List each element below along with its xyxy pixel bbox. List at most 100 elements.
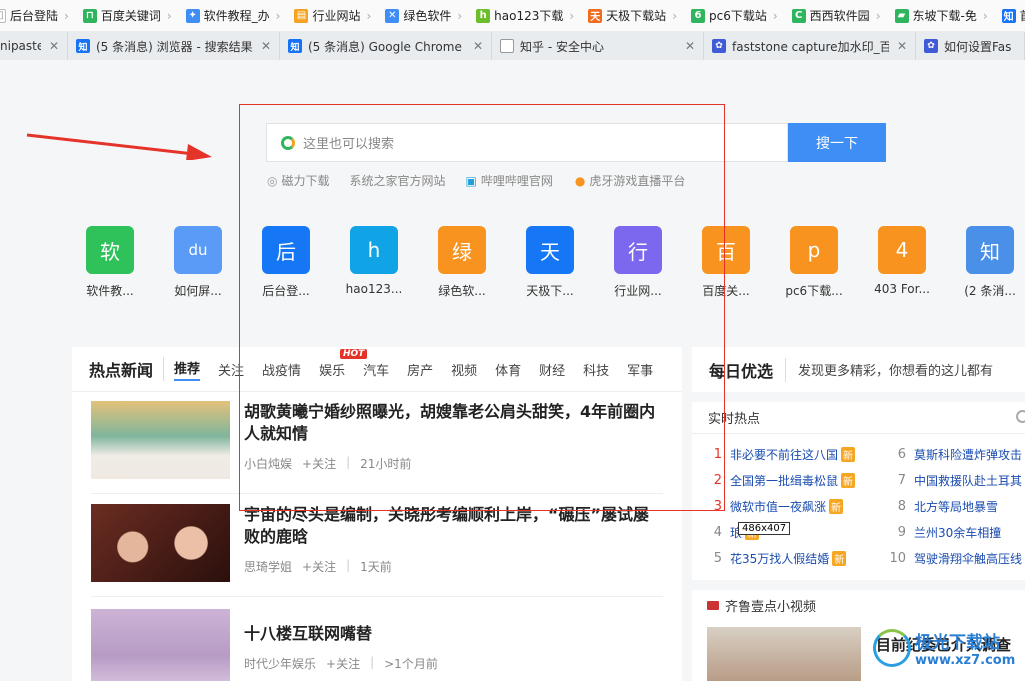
search-button[interactable]: 搜一下 xyxy=(788,123,886,162)
hot-text[interactable]: 兰州30余车相撞 xyxy=(914,524,1001,541)
hot-item[interactable]: 1 非必要不前往这八国新 xyxy=(708,446,856,463)
shortcut-tile-icon[interactable]: 软 xyxy=(86,226,134,274)
article-title[interactable]: 十八楼互联网嘴替 xyxy=(244,623,448,645)
browser-tab[interactable]: 知 (5 条消息) Google Chrome ✕ xyxy=(280,32,492,60)
close-icon[interactable]: ✕ xyxy=(49,39,59,53)
hotlink-xitongzhijia[interactable]: 系统之家官方网站 xyxy=(350,172,446,189)
browser-tab[interactable]: 知 (5 条消息) 浏览器 - 搜索结果 ✕ xyxy=(68,32,280,60)
shortcut-item[interactable]: p pc6下载... xyxy=(770,226,858,299)
news-tab[interactable]: 科技 xyxy=(583,360,609,379)
article-title[interactable]: 胡歌黄曦宁婚纱照曝光，胡嫂靠老公肩头甜笑，4年前圈内人就知情 xyxy=(244,401,663,445)
bookmark-item[interactable]: 知首页 - 知乎 xyxy=(996,0,1025,31)
bookmark-item[interactable]: ✕ 绿色软件 › xyxy=(379,0,470,31)
shortcut-item[interactable]: 行行业网... xyxy=(594,226,682,299)
video-thumbnail[interactable] xyxy=(707,627,861,681)
search-icon[interactable] xyxy=(1016,410,1025,423)
shortcut-tile-icon[interactable]: 4 xyxy=(878,226,926,274)
shortcut-label[interactable]: 绿色软... xyxy=(438,282,485,299)
shortcut-tile-icon[interactable]: 百 xyxy=(702,226,750,274)
hot-item[interactable]: 9 兰州30余车相撞 xyxy=(888,524,1002,541)
bookmark-item[interactable]: ▰ 东坡下载-免 › xyxy=(889,0,996,31)
shortcut-label[interactable]: pc6下载... xyxy=(785,282,842,299)
shortcut-tile-icon[interactable]: du xyxy=(174,226,222,274)
shortcut-tile-icon[interactable]: 行 xyxy=(614,226,662,274)
hot-item[interactable]: 3 微软市值一夜飙涨新 xyxy=(708,498,844,515)
hot-item[interactable]: 6 莫斯科险遭炸弹攻击 xyxy=(888,446,1022,463)
news-tab[interactable]: 房产 xyxy=(407,360,433,379)
bookmark-item[interactable]: □ 后台登陆 › xyxy=(0,0,77,31)
bookmark-item[interactable]: h hao123下载 › xyxy=(470,0,582,31)
shortcut-tile-icon[interactable]: h xyxy=(350,226,398,274)
article-thumbnail[interactable] xyxy=(91,504,230,582)
hot-item[interactable]: 7 中国救援队赴土耳其 xyxy=(888,472,1022,489)
hot-item[interactable]: 10 驾驶滑翔伞触高压线 xyxy=(888,550,1022,567)
news-tab[interactable]: 战疫情 xyxy=(262,360,301,379)
article-source[interactable]: 小白炖娱 xyxy=(244,455,292,472)
browser-tab[interactable]: 知乎 - 安全中心 ✕ xyxy=(492,32,704,60)
hot-text[interactable]: 全国第一批缉毒松鼠 xyxy=(730,472,838,489)
search-input[interactable]: 这里也可以搜索 xyxy=(266,123,788,162)
hot-text[interactable]: 莫斯科险遭炸弹攻击 xyxy=(914,446,1022,463)
shortcut-item[interactable]: 天天极下... xyxy=(506,226,594,299)
bookmark-item[interactable]: ▤ 行业网站 › xyxy=(288,0,379,31)
follow-button[interactable]: +关注 xyxy=(302,558,336,575)
browser-tab[interactable]: ✿ 如何设置Fas xyxy=(916,32,1025,60)
article-thumbnail[interactable] xyxy=(91,401,230,479)
close-icon[interactable]: ✕ xyxy=(897,39,907,53)
shortcut-item[interactable]: 软软件教... xyxy=(66,226,154,299)
hot-item[interactable]: 5 花35万找人假结婚新 xyxy=(708,550,847,567)
news-tab[interactable]: 汽车 xyxy=(363,360,389,379)
shortcut-label[interactable]: 软件教... xyxy=(86,282,133,299)
hotlink-bilibili[interactable]: ▣ 哔哩哔哩官网 xyxy=(466,172,553,189)
shortcut-item[interactable]: du 如何屏... xyxy=(154,226,242,299)
close-icon[interactable]: ✕ xyxy=(685,39,695,53)
article-source[interactable]: 时代少年娱乐 xyxy=(244,655,316,672)
shortcut-item[interactable]: 百百度关... xyxy=(682,226,770,299)
news-tab[interactable]: 军事 xyxy=(627,360,653,379)
bookmark-item[interactable]: 天天极下载站 › xyxy=(582,0,685,31)
browser-tab[interactable]: nipaste ✕ xyxy=(0,32,68,60)
shortcut-label[interactable]: 行业网... xyxy=(614,282,661,299)
shortcut-label[interactable]: 403 For... xyxy=(874,282,930,296)
hot-text[interactable]: 非必要不前往这八国 xyxy=(730,446,838,463)
shortcut-item[interactable]: h hao123... xyxy=(330,226,418,299)
shortcut-item[interactable]: 绿绿色软... xyxy=(418,226,506,299)
bookmark-item[interactable]: C 西西软件园 › xyxy=(786,0,889,31)
shortcut-label[interactable]: (2 条消... xyxy=(964,282,1016,299)
news-article[interactable]: 十八楼互联网嘴替 时代少年娱乐 +关注 | >1个月前 xyxy=(91,609,663,681)
news-article[interactable]: 宇宙的尽头是编制，关晓彤考编顺利上岸，“碾压”屡试屡败的鹿晗 思琦学姐 +关注 … xyxy=(91,504,663,582)
article-title[interactable]: 宇宙的尽头是编制，关晓彤考编顺利上岸，“碾压”屡试屡败的鹿晗 xyxy=(244,504,663,548)
bookmark-item[interactable]: 6 pc6下载站 › xyxy=(685,0,786,31)
shortcut-item[interactable]: 知 (2 条消... xyxy=(946,226,1025,299)
hot-text[interactable]: 微软市值一夜飙涨 xyxy=(730,498,826,515)
hot-item[interactable]: 2 全国第一批缉毒松鼠新 xyxy=(708,472,856,489)
shortcut-tile-icon[interactable]: 天 xyxy=(526,226,574,274)
shortcut-label[interactable]: 天极下... xyxy=(526,282,573,299)
shortcut-tile-icon[interactable]: 知 xyxy=(966,226,1014,274)
article-source[interactable]: 思琦学姐 xyxy=(244,558,292,575)
shortcut-tile-icon[interactable]: 绿 xyxy=(438,226,486,274)
shortcut-tile-icon[interactable]: 后 xyxy=(262,226,310,274)
news-tab[interactable]: 体育 xyxy=(495,360,521,379)
hot-text[interactable]: 驾驶滑翔伞触高压线 xyxy=(914,550,1022,567)
close-icon[interactable]: ✕ xyxy=(261,39,271,53)
hotlink-huya[interactable]: ● 虎牙游戏直播平台 xyxy=(575,172,686,189)
follow-button[interactable]: +关注 xyxy=(326,655,360,672)
shortcut-label[interactable]: 后台登... xyxy=(262,282,309,299)
news-article[interactable]: 胡歌黄曦宁婚纱照曝光，胡嫂靠老公肩头甜笑，4年前圈内人就知情 小白炖娱 +关注 … xyxy=(91,401,663,479)
news-tab[interactable]: 关注 xyxy=(218,360,244,379)
browser-tab[interactable]: ✿ faststone capture加水印_百 ✕ xyxy=(704,32,916,60)
news-tab[interactable]: 推荐 xyxy=(174,358,201,381)
shortcut-label[interactable]: 如何屏... xyxy=(174,282,221,299)
shortcut-item[interactable]: 后后台登... xyxy=(242,226,330,299)
hot-text[interactable]: 中国救援队赴土耳其 xyxy=(914,472,1022,489)
news-tab[interactable]: 财经 xyxy=(539,360,565,379)
shortcut-item[interactable]: 4 403 For... xyxy=(858,226,946,299)
close-icon[interactable]: ✕ xyxy=(473,39,483,53)
bookmark-item[interactable]: ✦ 软件教程_办 › xyxy=(180,0,289,31)
news-tab[interactable]: 娱乐 xyxy=(319,360,345,379)
hot-text[interactable]: 北方等局地暴雪 xyxy=(914,498,998,515)
shortcut-label[interactable]: 百度关... xyxy=(702,282,749,299)
shortcut-tile-icon[interactable]: p xyxy=(790,226,838,274)
bookmark-item[interactable]: ⊓ 百度关键词 › xyxy=(77,0,180,31)
